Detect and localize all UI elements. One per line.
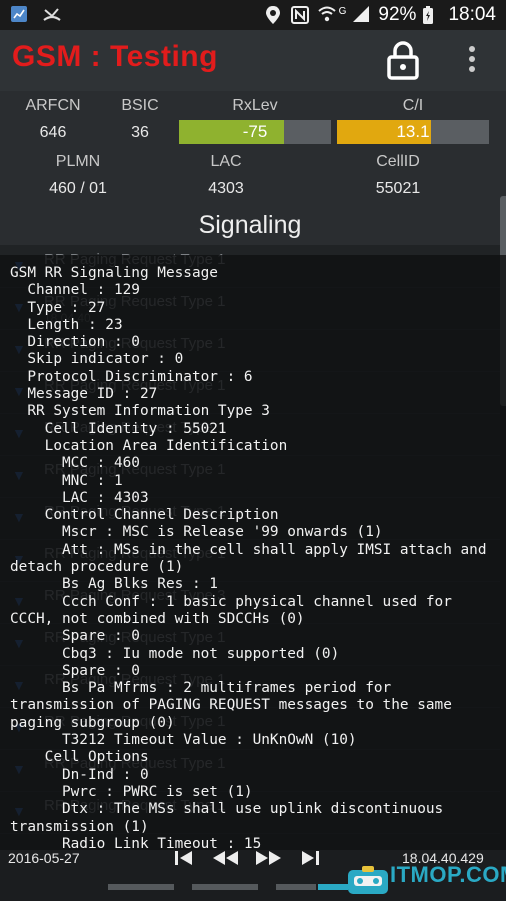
skip-next-icon[interactable]	[298, 848, 322, 868]
watermark-brand: ITMOP.COM	[390, 862, 506, 887]
arfcn-label: ARFCN	[25, 97, 81, 114]
metrics-panel: ARFCN 646 BSIC 36 RxLev -75 C/I 13.1 PLM…	[0, 91, 506, 203]
message-detail: GSM RR Signaling Message Channel : 129 T…	[10, 265, 487, 852]
wifi-icon	[317, 5, 337, 25]
page-indicator	[276, 884, 316, 890]
signal-type-label: G	[338, 5, 347, 17]
stats-icon	[10, 5, 30, 25]
page-indicator	[108, 884, 174, 890]
rxlev-label: RxLev	[232, 97, 278, 114]
signaling-title: Signaling	[198, 211, 302, 239]
ci-bar: 13.1	[337, 120, 489, 144]
cellid-label: CellID	[376, 153, 420, 170]
page-indicator	[192, 884, 258, 890]
bsic-label: BSIC	[121, 97, 159, 114]
rewind-icon[interactable]	[210, 848, 240, 868]
arfcn-value: 646	[39, 124, 67, 141]
fast-forward-icon[interactable]	[254, 848, 284, 868]
battery-percent: 92%	[378, 4, 417, 25]
ci-label: C/I	[402, 97, 424, 114]
app-title: GSM : Testing	[12, 40, 218, 73]
clock: 18:04	[448, 4, 496, 25]
more-options-icon[interactable]	[462, 44, 482, 78]
missed-call-icon	[42, 5, 62, 25]
nfc-icon	[290, 5, 311, 25]
plmn-label: PLMN	[55, 153, 101, 170]
cell-signal-icon	[352, 5, 372, 25]
rxlev-value: -75	[242, 122, 268, 141]
playback-date: 2016-05-27	[8, 850, 80, 866]
app-bar: GSM : Testing	[0, 30, 506, 91]
status-bar: G 92% 18:04	[0, 0, 506, 30]
battery-icon	[422, 5, 442, 25]
page-indicator-active	[318, 884, 348, 890]
rxlev-bar: -75	[179, 120, 331, 144]
watermark-logo-icon	[346, 866, 390, 896]
ci-value: 13.1	[396, 122, 430, 141]
lock-icon[interactable]	[386, 40, 420, 80]
location-icon	[265, 5, 285, 25]
skip-previous-icon[interactable]	[172, 848, 196, 868]
lac-value: 4303	[208, 180, 244, 197]
lac-label: LAC	[210, 153, 242, 170]
cellid-value: 55021	[375, 180, 421, 197]
signaling-header: Signaling	[0, 203, 500, 245]
bsic-value: 36	[131, 124, 149, 141]
plmn-value: 460 / 01	[49, 180, 107, 197]
